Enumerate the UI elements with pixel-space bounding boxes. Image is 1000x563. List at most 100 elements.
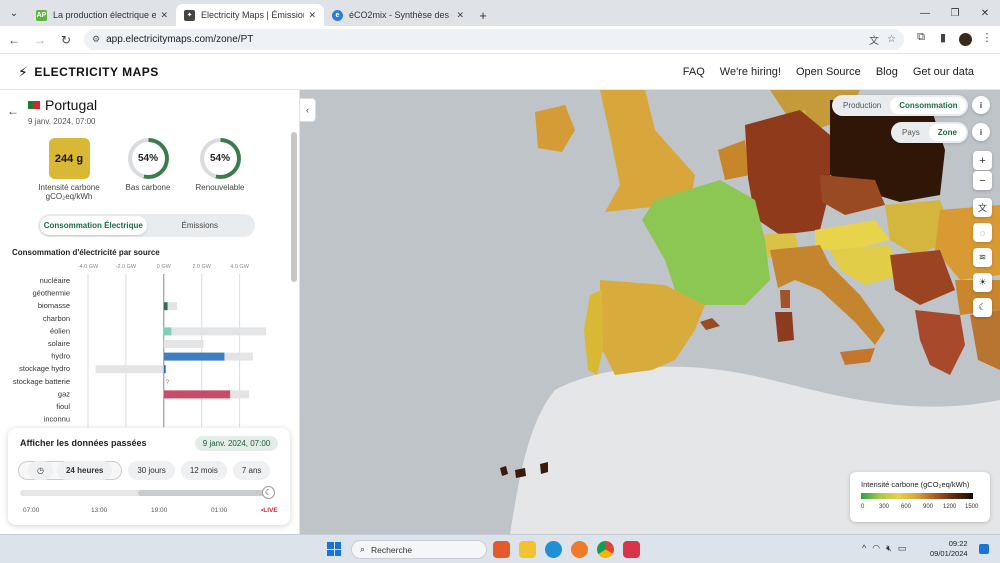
live-label: LIVE xyxy=(263,507,278,514)
minimize-icon[interactable]: — xyxy=(910,0,940,26)
taskbar-search[interactable]: ⌕ Recherche xyxy=(351,540,487,559)
electricity-maps-logo[interactable]: ⚡ ELECTRICITY MAPS xyxy=(18,64,159,81)
production-bar xyxy=(163,327,172,336)
nav-blog[interactable]: Blog xyxy=(876,66,898,78)
notification-icon[interactable] xyxy=(979,544,989,554)
range-30d-button[interactable]: 30 jours xyxy=(128,461,175,480)
wifi-icon[interactable]: ◠ xyxy=(872,543,880,554)
x-tick-label: 2.0 GW xyxy=(192,264,211,270)
category-label: biomasse xyxy=(38,301,70,310)
taskbar-clock[interactable]: 09:22 09/01/2024 xyxy=(930,539,968,559)
toggle-zone[interactable]: Zone xyxy=(928,124,966,141)
side-panel-icon[interactable]: ▮ xyxy=(932,31,954,49)
range-24h-button[interactable]: ◷ 24 heures xyxy=(18,461,123,480)
logo-icon: ⚡ xyxy=(18,63,29,80)
zoom-in-icon[interactable]: + xyxy=(973,151,992,170)
browser-tab-strip: ⌄ AP La production électrique en Fra ✕ ✦… xyxy=(0,0,1000,26)
time-controller-title: Afficher les données passées xyxy=(20,438,147,448)
collapse-panel-chevron-icon[interactable]: ‹ xyxy=(300,98,316,122)
back-icon[interactable]: ← xyxy=(2,28,26,52)
office-app-icon[interactable] xyxy=(493,541,510,558)
production-consumption-toggle: Production Consommation xyxy=(832,95,969,116)
firefox-icon[interactable] xyxy=(571,541,588,558)
translate-icon[interactable]: 文 xyxy=(869,32,879,47)
range-12m-button[interactable]: 12 mois xyxy=(180,461,227,480)
snipping-tool-icon[interactable] xyxy=(623,541,640,558)
unknown-annotation: ? xyxy=(166,380,170,386)
zone-corsica[interactable] xyxy=(780,290,790,308)
zone-kpis: 244 g Intensité carbone gCO₂eq/kWh 54% B… xyxy=(0,138,299,208)
time-slider-track[interactable] xyxy=(20,490,265,496)
bookmark-star-icon[interactable]: ☆ xyxy=(887,34,896,45)
language-icon[interactable]: 文 xyxy=(973,198,992,217)
x-tick-label: 0 GW xyxy=(157,264,172,270)
panel-scrollbar[interactable] xyxy=(291,132,297,282)
legend-color-scale xyxy=(861,493,973,499)
close-tab-icon[interactable]: ✕ xyxy=(308,10,316,21)
reload-icon[interactable]: ↻ xyxy=(54,28,78,52)
capacity-bar xyxy=(163,327,267,336)
time-tick: 01:00 xyxy=(211,507,228,514)
carbon-intensity-unit: gCO₂eq/kWh xyxy=(45,192,93,201)
time-slider-ticks: 07:00 13:00 19:00 01:00 • LIVE xyxy=(20,507,282,517)
carbon-intensity-map[interactable] xyxy=(300,90,1000,534)
hide-layer-eye-icon[interactable]: ◌ xyxy=(973,223,992,242)
menu-kebab-icon[interactable]: ⋮ xyxy=(976,31,998,49)
range-7y-button[interactable]: 7 ans xyxy=(232,461,271,480)
browser-tab-3[interactable]: e éCO2mix - Synthèse des donné ✕ xyxy=(324,4,472,26)
nav-get-data[interactable]: Get our data xyxy=(913,66,974,78)
europe-map-svg[interactable] xyxy=(300,90,1000,534)
info-icon[interactable]: i xyxy=(972,123,990,141)
nav-faq[interactable]: FAQ xyxy=(683,66,705,78)
zone-sardinia[interactable] xyxy=(775,312,794,342)
info-icon[interactable]: i xyxy=(972,96,990,114)
file-explorer-icon[interactable] xyxy=(519,541,536,558)
windows-start-icon[interactable] xyxy=(327,542,341,556)
tab-search-dropdown-icon[interactable]: ⌄ xyxy=(0,0,28,26)
tab-emissions[interactable]: Émissions xyxy=(147,216,254,235)
time-tick-live[interactable]: • LIVE xyxy=(261,507,278,514)
volume-muted-icon[interactable]: 🔇︎ xyxy=(886,543,892,554)
restore-icon[interactable]: ❐ xyxy=(940,0,970,26)
low-carbon-ring: 54% xyxy=(127,138,169,179)
forward-icon[interactable]: → xyxy=(28,28,52,52)
dark-mode-moon-icon[interactable]: ☾ xyxy=(973,298,992,317)
chevron-up-icon[interactable]: ^ xyxy=(862,543,866,554)
wind-layer-icon[interactable]: ≋ xyxy=(973,248,992,267)
taskbar-search-placeholder: Recherche xyxy=(371,544,413,555)
nav-hiring[interactable]: We're hiring! xyxy=(720,66,781,78)
extensions-icon[interactable]: ⧉ xyxy=(910,31,932,49)
profile-avatar[interactable] xyxy=(954,31,976,49)
time-slider-night-band xyxy=(138,490,265,496)
zoom-out-icon[interactable]: − xyxy=(973,171,992,190)
address-bar[interactable]: ⚙ app.electricitymaps.com/zone/PT 文 ☆ xyxy=(84,29,904,50)
category-label: charbon xyxy=(43,314,70,323)
renewable-label: Renouvelable xyxy=(195,183,245,192)
time-slider-handle-moon-icon[interactable]: ☾ xyxy=(262,486,275,499)
close-tab-icon[interactable]: ✕ xyxy=(456,10,464,21)
tab-consumption[interactable]: Consommation Électrique xyxy=(40,216,147,235)
browser-tab-2[interactable]: ✦ Electricity Maps | Émissions CO ✕ xyxy=(176,4,324,26)
legend-tick: 1500 xyxy=(965,504,979,510)
solar-layer-sun-icon[interactable]: ☀ xyxy=(973,273,992,292)
nav-open-source[interactable]: Open Source xyxy=(796,66,861,78)
tab-title: La production électrique en Fra xyxy=(53,10,157,20)
chrome-icon[interactable] xyxy=(597,541,614,558)
zone-canary-islands[interactable] xyxy=(540,462,548,474)
close-tab-icon[interactable]: ✕ xyxy=(160,10,168,21)
browser-tab-1[interactable]: AP La production électrique en Fra ✕ xyxy=(28,4,176,26)
carbon-intensity-legend: Intensité carbone (gCO₂eq/kWh) 0 300 600… xyxy=(850,472,990,522)
clock-time: 09:22 xyxy=(948,539,968,548)
site-info-icon[interactable]: ⚙ xyxy=(92,34,100,45)
edge-browser-icon[interactable] xyxy=(545,541,562,558)
close-window-icon[interactable]: ✕ xyxy=(970,0,1000,26)
toggle-production[interactable]: Production xyxy=(834,97,890,114)
low-carbon-label: Bas carbone xyxy=(125,183,171,192)
carbon-intensity-label: Intensité carbone xyxy=(38,183,100,192)
back-arrow-icon[interactable]: ← xyxy=(7,104,19,118)
toggle-country[interactable]: Pays xyxy=(893,124,929,141)
new-tab-icon[interactable]: + xyxy=(472,4,494,26)
battery-icon[interactable]: ▭ xyxy=(898,543,907,554)
toggle-consumption[interactable]: Consommation xyxy=(890,97,967,114)
category-label: inconnu xyxy=(44,415,70,424)
